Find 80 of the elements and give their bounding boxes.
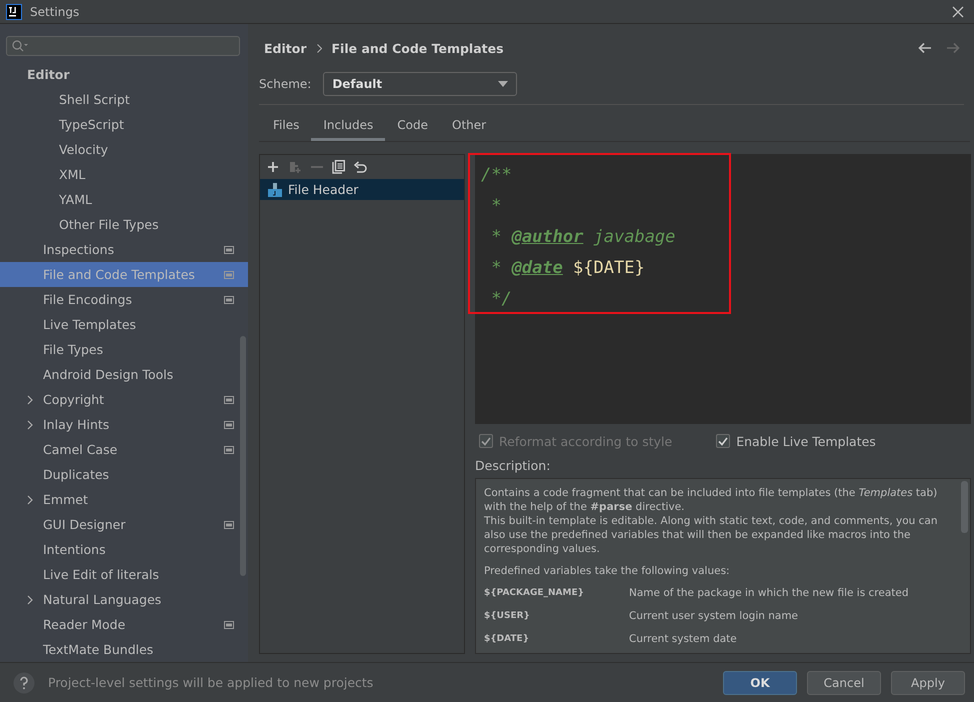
close-icon[interactable] <box>952 6 964 18</box>
checkmark-icon <box>481 436 491 446</box>
code-line: /** <box>481 164 513 187</box>
tab[interactable]: Includes <box>311 118 386 141</box>
tab[interactable]: Code <box>385 118 440 141</box>
project-scope-icon <box>224 420 234 428</box>
sidebar-item[interactable]: Natural Languages <box>0 587 248 612</box>
code-line: * <box>490 195 502 218</box>
variable-name: ${PACKAGE_NAME} <box>484 587 585 600</box>
sidebar-item[interactable]: File Encodings <box>0 287 248 312</box>
reset-icon[interactable] <box>354 160 367 174</box>
list-item[interactable]: File Header <box>260 179 464 200</box>
variable-name: ${USER} <box>484 610 531 623</box>
sidebar-item[interactable]: Editor <box>0 62 248 87</box>
scheme-label: Scheme: <box>259 77 312 91</box>
project-scope-icon <box>224 620 234 628</box>
chevron-right-icon <box>316 44 322 52</box>
sidebar-item[interactable]: Camel Case <box>0 437 248 462</box>
description-text: Contains a code fragment that can be included into file templates (the Templates tab) with the help of the #parse directive. This built-in template is editable. Along with static text, code, and comments, you can also use the predefined variables that will then be expanded like macros into the corresponding values. <box>484 486 939 556</box>
code-line: */ <box>490 288 513 311</box>
description-text: Predefined variables take the following values: <box>484 564 731 578</box>
chevron-right-icon[interactable] <box>27 494 33 504</box>
description-label: Description: <box>475 458 552 475</box>
project-scope-icon <box>224 396 234 404</box>
file-icon <box>268 182 282 196</box>
project-scope-icon <box>224 270 234 278</box>
sidebar-item[interactable]: TypeScript <box>0 112 248 137</box>
dialog-button[interactable]: OK <box>723 670 797 694</box>
help-icon[interactable] <box>13 672 35 694</box>
code-line: * @author javabage <box>490 226 676 249</box>
back-arrow-icon[interactable] <box>918 42 932 54</box>
caret-icon <box>498 81 508 87</box>
sidebar-item[interactable]: YAML <box>0 187 248 212</box>
sidebar-item[interactable]: Copyright <box>0 387 248 412</box>
variable-name: ${DATE} <box>484 633 530 646</box>
window-title: Settings <box>30 4 80 18</box>
sidebar-item[interactable]: Duplicates <box>0 462 248 487</box>
chevron-right-icon[interactable] <box>27 394 33 404</box>
sidebar-item[interactable]: Other File Types <box>0 212 248 237</box>
project-scope-icon <box>224 520 234 528</box>
variable-description: Current system date <box>629 632 738 646</box>
sidebar-item[interactable]: Emmet <box>0 487 248 512</box>
breadcrumb-item[interactable]: Editor <box>264 40 306 56</box>
sidebar-item[interactable]: Inlay Hints <box>0 412 248 437</box>
status-text: Project-level settings will be applied to new projects <box>48 675 374 690</box>
copy-icon[interactable] <box>332 160 345 174</box>
project-scope-icon <box>224 246 234 254</box>
tab[interactable]: Files <box>261 118 312 141</box>
sidebar-item[interactable]: Live Edit of literals <box>0 562 248 587</box>
sidebar-item[interactable]: TextMate Bundles <box>0 637 248 662</box>
search-field[interactable] <box>6 36 240 56</box>
sidebar-item[interactable]: Live Templates <box>0 312 248 337</box>
sidebar-item[interactable]: File Types <box>0 337 248 362</box>
dialog-button[interactable]: Cancel <box>807 670 881 694</box>
chevron-right-icon[interactable] <box>27 594 33 604</box>
scheme-dropdown[interactable]: Default <box>323 72 518 96</box>
breadcrumb-item[interactable]: File and Code Templates <box>332 40 504 56</box>
code-line: * @date ${DATE} <box>490 257 646 280</box>
add-icon[interactable] <box>267 161 279 173</box>
scrollbar[interactable] <box>961 481 968 533</box>
scrollbar[interactable] <box>240 336 246 576</box>
sidebar-item[interactable]: Shell Script <box>0 87 248 112</box>
checkmark-icon <box>718 436 728 446</box>
dialog-button[interactable]: Apply <box>891 670 965 694</box>
sidebar-item[interactable]: Velocity <box>0 137 248 162</box>
tab[interactable]: Other <box>440 118 498 141</box>
search-icon <box>12 40 28 52</box>
app-logo-icon <box>6 4 22 20</box>
chevron-right-icon[interactable] <box>27 420 33 430</box>
project-scope-icon <box>224 446 234 454</box>
project-scope-icon <box>224 296 234 304</box>
sidebar-item[interactable]: GUI Designer <box>0 512 248 537</box>
variable-description: Current user system login name <box>629 609 800 623</box>
sidebar-item[interactable]: XML <box>0 162 248 187</box>
sidebar-item[interactable]: Intentions <box>0 537 248 562</box>
checkbox[interactable]: Enable Live Templates <box>716 434 876 448</box>
sidebar-item[interactable]: Reader Mode <box>0 612 248 637</box>
sidebar-item[interactable]: Android Design Tools <box>0 362 248 387</box>
variable-description: Name of the package in which the new file is created <box>629 586 910 600</box>
sidebar-item[interactable]: Inspections <box>0 237 248 262</box>
